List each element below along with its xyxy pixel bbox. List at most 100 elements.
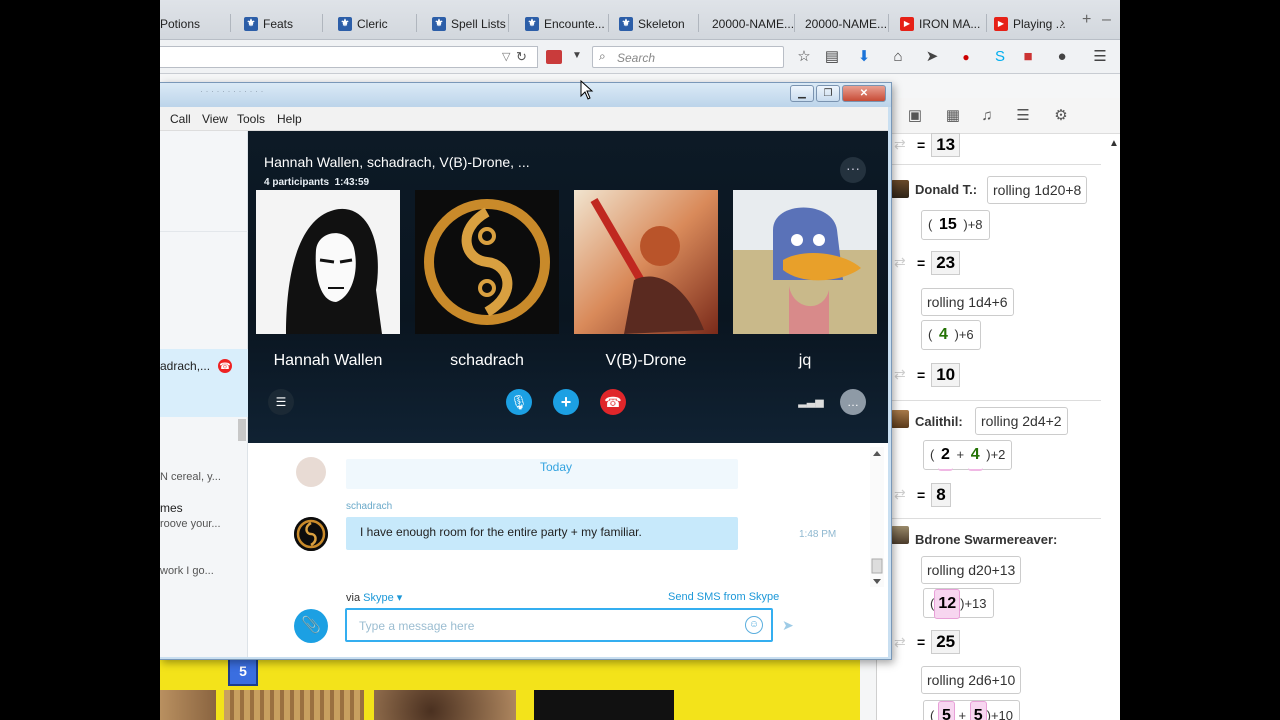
speaker-name: Bdrone Swarmereaver:	[915, 532, 1058, 547]
cartoon-bird-icon	[733, 190, 877, 334]
reroll-icon[interactable]: ⇄	[894, 136, 906, 153]
reroll-icon[interactable]: ⇄	[894, 486, 906, 503]
participant-avatar-jq	[733, 190, 877, 334]
minimize-tabs-icon[interactable]: –	[1102, 11, 1111, 29]
avatar[interactable]	[294, 517, 328, 551]
sidebar-item-preview[interactable]: roove your...	[160, 518, 221, 530]
dnd-icon: ⚜	[244, 17, 258, 31]
send-icon[interactable]: ➤	[782, 617, 794, 634]
roll-total: = 23	[917, 251, 961, 275]
reading-list-icon[interactable]: ▤	[822, 47, 842, 67]
conversation-scrollbar[interactable]	[870, 447, 884, 587]
call-title: Hannah Wallen, schadrach, V(B)-Drone, ..…	[264, 154, 530, 170]
bookmark-divider	[322, 14, 323, 32]
download-icon[interactable]: ⬇	[854, 47, 874, 67]
speaker-name: Calithil:	[915, 414, 963, 429]
menu-call[interactable]: Call	[170, 112, 191, 126]
via-label: via Skype ▾	[346, 592, 403, 604]
adblock-icon[interactable]: ●	[956, 47, 976, 67]
bookmark-feats[interactable]: ⚜ Feats	[244, 13, 293, 35]
reroll-icon[interactable]: ⇄	[894, 366, 906, 383]
art-library-icon[interactable]: ▣	[905, 106, 925, 126]
chevron-down-icon[interactable]: ▾	[394, 592, 403, 604]
message-field[interactable]	[359, 617, 729, 635]
gear-icon[interactable]: ⚙	[1051, 106, 1071, 126]
minimize-button[interactable]: ▁	[790, 85, 814, 102]
signal-strength-icon[interactable]: ▂▃▅	[798, 389, 824, 415]
menu-icon[interactable]: ☰	[1090, 47, 1110, 67]
chat-scrollbar[interactable]: ▲	[1107, 138, 1119, 720]
emoji-icon[interactable]: ☺	[745, 616, 763, 634]
sidebar-item-group-call[interactable]: adrach,... ☎	[160, 349, 248, 417]
desktop: Potions ⚜ Feats ⚜ Cleric ⚜ Spell Lists ⚜ Enc…	[0, 0, 1280, 720]
map-token[interactable]: 5	[228, 656, 258, 686]
bookmark-playing[interactable]: ▶ Playing ...	[994, 13, 1066, 35]
participant-name: V(B)-Drone	[605, 352, 687, 369]
paperclip-icon[interactable]: 📎	[294, 609, 328, 643]
message-bubble[interactable]: I have enough room for the entire party …	[346, 517, 738, 550]
roll-total: = 25	[917, 630, 961, 654]
addon-icon[interactable]	[546, 50, 562, 64]
bookmark-encounters[interactable]: ⚜ Encounte...	[525, 13, 605, 35]
sidebar-divider	[160, 231, 248, 232]
navigation-toolbar: ▽ ↻ ▼ ⌕ Search ☆ ▤ ⬇ ⌂ ➤ ● S ■ ● ☰	[160, 40, 1120, 74]
jukebox-icon[interactable]: ♫	[977, 106, 997, 126]
roll-result: ( 2 + 4 )+2	[923, 440, 1013, 471]
sidebar-scrollbar[interactable]	[238, 419, 246, 441]
send-icon[interactable]: ➤	[922, 47, 942, 67]
search-input[interactable]: ⌕ Search	[592, 46, 784, 68]
sidebar-item-preview[interactable]: N cereal, y...	[160, 471, 221, 483]
chat-bubble-icon[interactable]: ●	[1052, 47, 1072, 67]
menu-tools[interactable]: Tools	[237, 112, 265, 126]
bookmark-20000-names-2[interactable]: 20000-NAME...	[805, 13, 887, 35]
bookmark-20000-names-1[interactable]: 20000-NAME...	[712, 13, 794, 35]
new-tab-icon[interactable]: +	[1082, 11, 1091, 29]
menu-view[interactable]: View	[202, 112, 228, 126]
skype-icon[interactable]: S	[990, 47, 1010, 67]
microphone-icon[interactable]: 🎙	[506, 389, 532, 415]
journal-icon[interactable]: ▦	[943, 106, 963, 126]
dropdown-icon[interactable]: ▽	[502, 50, 510, 63]
bookmark-cleric[interactable]: ⚜ Cleric	[338, 13, 388, 35]
sidebar-item-preview[interactable]: work I go...	[160, 565, 214, 577]
close-button[interactable]: ✕	[842, 85, 886, 102]
home-icon[interactable]: ⌂	[888, 47, 908, 67]
bookmark-potions[interactable]: Potions	[160, 13, 200, 35]
reroll-icon[interactable]: ⇄	[894, 634, 906, 651]
add-participant-icon[interactable]: +	[553, 389, 579, 415]
reload-icon[interactable]: ↻	[516, 49, 527, 65]
list-icon[interactable]: ☰	[1013, 106, 1033, 126]
bookmark-spell-lists[interactable]: ⚜ Spell Lists	[432, 13, 506, 35]
roll-result: ( 15 )+8	[921, 210, 990, 240]
call-list-icon[interactable]: ☰	[268, 389, 294, 415]
chat-toggle-icon[interactable]: …	[840, 389, 866, 415]
bookmark-divider	[416, 14, 417, 32]
chevron-right-icon[interactable]: ›	[1060, 14, 1065, 30]
more-options-icon[interactable]: ···	[840, 157, 866, 183]
via-service-dropdown[interactable]: Skype	[363, 592, 394, 604]
maximize-button[interactable]: ❐	[816, 85, 840, 102]
roll-result: ( 4 )+6	[921, 320, 981, 350]
menu-help[interactable]: Help	[277, 112, 302, 126]
url-bar[interactable]: ▽ ↻	[160, 46, 538, 68]
roll-formula: rolling 1d4+6	[921, 288, 1014, 316]
send-sms-link[interactable]: Send SMS from Skype	[668, 591, 779, 603]
bookmark-iron-maiden[interactable]: ▶ IRON MA...	[900, 13, 980, 35]
message-input[interactable]: ☺	[345, 608, 773, 642]
roll-result: ( 5 + 5)+10	[923, 700, 1021, 720]
window-titlebar[interactable]: · · · · · · · · · · · · ▁ ❐ ✕	[160, 83, 891, 107]
hang-up-icon[interactable]: ☎	[600, 389, 626, 415]
yin-yang-logo-icon	[294, 517, 328, 551]
participant-avatar-hannah	[256, 190, 400, 334]
participant-avatar-vb-drone	[574, 190, 718, 334]
bookmark-skeleton[interactable]: ⚜ Skeleton	[619, 13, 685, 35]
scroll-up-icon[interactable]: ▲	[1109, 138, 1119, 149]
sidebar-item-name[interactable]: mes	[160, 501, 183, 515]
browser-window: Potions ⚜ Feats ⚜ Cleric ⚜ Spell Lists ⚜ Enc…	[160, 0, 1120, 720]
reroll-icon[interactable]: ⇄	[894, 254, 906, 271]
chevron-down-icon[interactable]: ▼	[572, 50, 582, 61]
star-icon[interactable]: ☆	[794, 47, 814, 67]
lastpass-icon[interactable]: ■	[1018, 47, 1038, 67]
yin-yang-logo-icon	[415, 190, 559, 334]
bookmark-divider	[794, 14, 795, 32]
